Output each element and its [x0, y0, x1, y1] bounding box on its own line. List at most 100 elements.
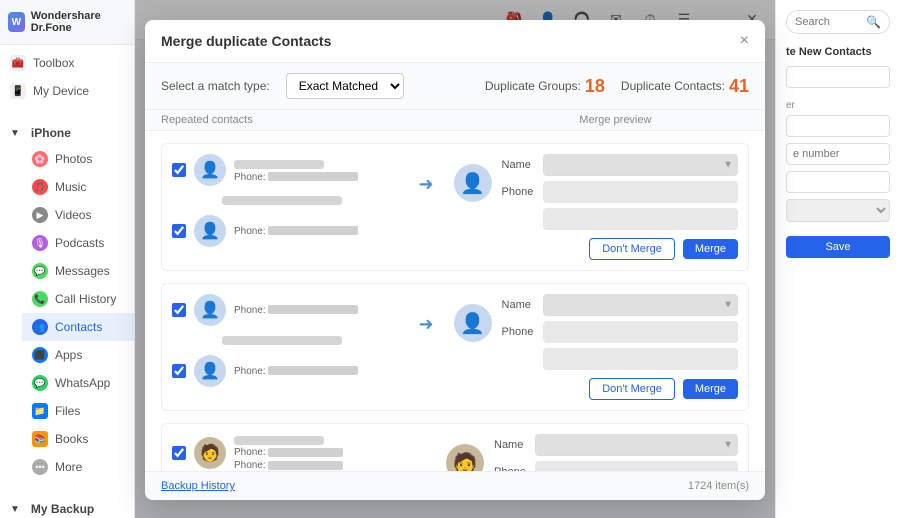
contact-group-3: 🧑 Phone: Phone:: [161, 423, 749, 471]
merge-avatar-1: 👤: [444, 154, 502, 202]
sidebar-item-books[interactable]: 📚 Books: [22, 425, 134, 453]
contact-row-2a: 👤 Phone:: [172, 294, 408, 326]
merge-name-field-1: Name ▼: [502, 154, 738, 176]
sidebar-item-podcasts[interactable]: 🎙 Podcasts: [22, 229, 134, 257]
sidebar-item-videos[interactable]: ▶ Videos: [22, 201, 134, 229]
sidebar-label-apps: Apps: [55, 348, 82, 362]
mydevice-icon: 📱: [10, 83, 26, 99]
books-icon: 📚: [32, 431, 48, 447]
new-contacts-title: te New Contacts: [786, 46, 890, 58]
checkbox-3a[interactable]: [172, 446, 186, 460]
contact-row-1b: [172, 194, 408, 207]
action-row-2: Don't Merge Merge: [502, 378, 738, 400]
merge-preview-1: Name ▼ Phone: [502, 154, 738, 260]
sidebar-label-books: Books: [55, 432, 88, 446]
main-area: 🎒 👤 🎧 ✉ ⏱ ☰ — ✕ Merge duplicate Contacts…: [135, 0, 775, 518]
sidebar-item-whatsapp[interactable]: 💬 WhatsApp: [22, 369, 134, 397]
dup-contacts-count: 41: [729, 76, 749, 97]
contact-info-1c: Phone:: [234, 226, 408, 237]
action-row-1: Don't Merge Merge: [502, 238, 738, 260]
search-bar[interactable]: 🔍: [786, 10, 890, 34]
callhistory-icon: 📞: [32, 291, 48, 307]
col-preview: Merge preview: [482, 114, 749, 126]
save-button[interactable]: Save: [786, 236, 890, 258]
contact-info-2c: Phone:: [234, 366, 408, 377]
arrow-icon-1: ➜: [418, 174, 433, 195]
sidebar-item-mydevice[interactable]: 📱 My Device: [0, 77, 134, 105]
modal-header: Merge duplicate Contacts ×: [145, 20, 765, 63]
merge-avatar-3: 🧑: [436, 434, 494, 471]
sidebar-label-whatsapp: WhatsApp: [55, 376, 110, 390]
sidebar-item-contacts[interactable]: 👥 Contacts: [22, 313, 134, 341]
arrow-2: ➜: [408, 294, 443, 335]
contact-info-2a: Phone:: [234, 305, 408, 316]
phone-value-blur-1b: [543, 208, 738, 230]
sidebar-item-more[interactable]: ••• More: [22, 453, 134, 481]
contacts-left-2: 👤 Phone: 👤: [172, 294, 408, 395]
modal-body: 👤 Phone: 👤: [145, 131, 765, 471]
phone-value-blur-3a: [535, 461, 738, 471]
contact-group-2: 👤 Phone: 👤: [161, 283, 749, 411]
sidebar-item-messages[interactable]: 💬 Messages: [22, 257, 134, 285]
match-type-select[interactable]: Exact Matched: [286, 73, 404, 99]
merge-button-2[interactable]: Merge: [683, 379, 738, 399]
contact-phone-1c: Phone:: [234, 226, 408, 237]
chevron-backup: ▼: [10, 504, 20, 515]
sidebar-item-mybackup[interactable]: ▼ My Backup: [0, 497, 134, 518]
arrow-1: ➜: [408, 154, 443, 195]
app-title: Wondershare Dr.Fone: [31, 10, 126, 34]
sidebar: W Wondershare Dr.Fone 🧰 Toolbox 📱 My Dev…: [0, 0, 135, 518]
app-header: W Wondershare Dr.Fone: [0, 0, 134, 45]
merge-preview-2: Name ▼ Phone: [502, 294, 738, 400]
sidebar-item-iphone[interactable]: ▼ iPhone: [0, 121, 134, 145]
sub-name-1b: [222, 196, 342, 205]
toolbox-icon: 🧰: [10, 55, 26, 71]
contact-phone-2c: Phone:: [234, 366, 408, 377]
contacts-left-3: 🧑 Phone: Phone:: [172, 434, 416, 471]
sidebar-label-mydevice: My Device: [33, 84, 89, 98]
sidebar-backup-section: ▼ My Backup 📱 iPhone 🕓 Backup History: [0, 493, 134, 518]
modal-toolbar: Select a match type: Exact Matched Dupli…: [145, 63, 765, 110]
checkbox-2a[interactable]: [172, 303, 186, 317]
checkbox-2c[interactable]: [172, 364, 186, 378]
dup-groups-label: Duplicate Groups:: [485, 79, 581, 93]
apps-icon: ⬛: [32, 347, 48, 363]
avatar-1a: 👤: [194, 154, 226, 186]
merge-phone-field-1a: Phone: [502, 181, 738, 203]
contact-name-blur-1a: [234, 160, 324, 169]
checkbox-1a[interactable]: [172, 163, 186, 177]
sidebar-item-files[interactable]: 📁 Files: [22, 397, 134, 425]
new-contact-number-input[interactable]: [786, 143, 890, 165]
merge-button-1[interactable]: Merge: [683, 239, 738, 259]
sidebar-item-toolbox[interactable]: 🧰 Toolbox: [0, 49, 134, 77]
modal-overlay: Merge duplicate Contacts × Select a matc…: [135, 0, 775, 518]
name-value-blur-3: ▼: [535, 434, 738, 456]
sidebar-item-photos[interactable]: 🌸 Photos: [22, 145, 134, 173]
backup-history-link[interactable]: Backup History: [161, 480, 235, 492]
search-icon: 🔍: [866, 15, 881, 29]
search-input[interactable]: [795, 16, 862, 28]
sidebar-iphone-children: 🌸 Photos 🎵 Music ▶ Videos 🎙 Podcasts 💬 M…: [0, 145, 134, 481]
dup-info: Duplicate Groups: 18 Duplicate Contacts:…: [485, 76, 749, 97]
new-contact-extra-input[interactable]: [786, 171, 890, 193]
new-contact-er-input[interactable]: [786, 115, 890, 137]
podcasts-icon: 🎙: [32, 235, 48, 251]
sidebar-label-toolbox: Toolbox: [33, 56, 74, 70]
new-contact-name-input[interactable]: [786, 66, 890, 88]
contact-row-2b: [172, 334, 408, 347]
checkbox-1c[interactable]: [172, 224, 186, 238]
avatar-2c: 👤: [194, 355, 226, 387]
sidebar-item-music[interactable]: 🎵 Music: [22, 173, 134, 201]
new-contact-select[interactable]: [786, 199, 890, 222]
sidebar-section-main: 🧰 Toolbox 📱 My Device: [0, 45, 134, 109]
name-label-3: Name: [494, 439, 529, 451]
sidebar-item-callhistory[interactable]: 📞 Call History: [22, 285, 134, 313]
modal-close-button[interactable]: ×: [740, 32, 749, 50]
videos-icon: ▶: [32, 207, 48, 223]
sidebar-item-apps[interactable]: ⬛ Apps: [22, 341, 134, 369]
dont-merge-button-1[interactable]: Don't Merge: [589, 238, 675, 260]
phone-value-blur-2b: [543, 348, 738, 370]
item-count: 1724 item(s): [688, 480, 749, 492]
dropdown-arrow-1: ▼: [723, 160, 733, 171]
dont-merge-button-2[interactable]: Don't Merge: [589, 378, 675, 400]
